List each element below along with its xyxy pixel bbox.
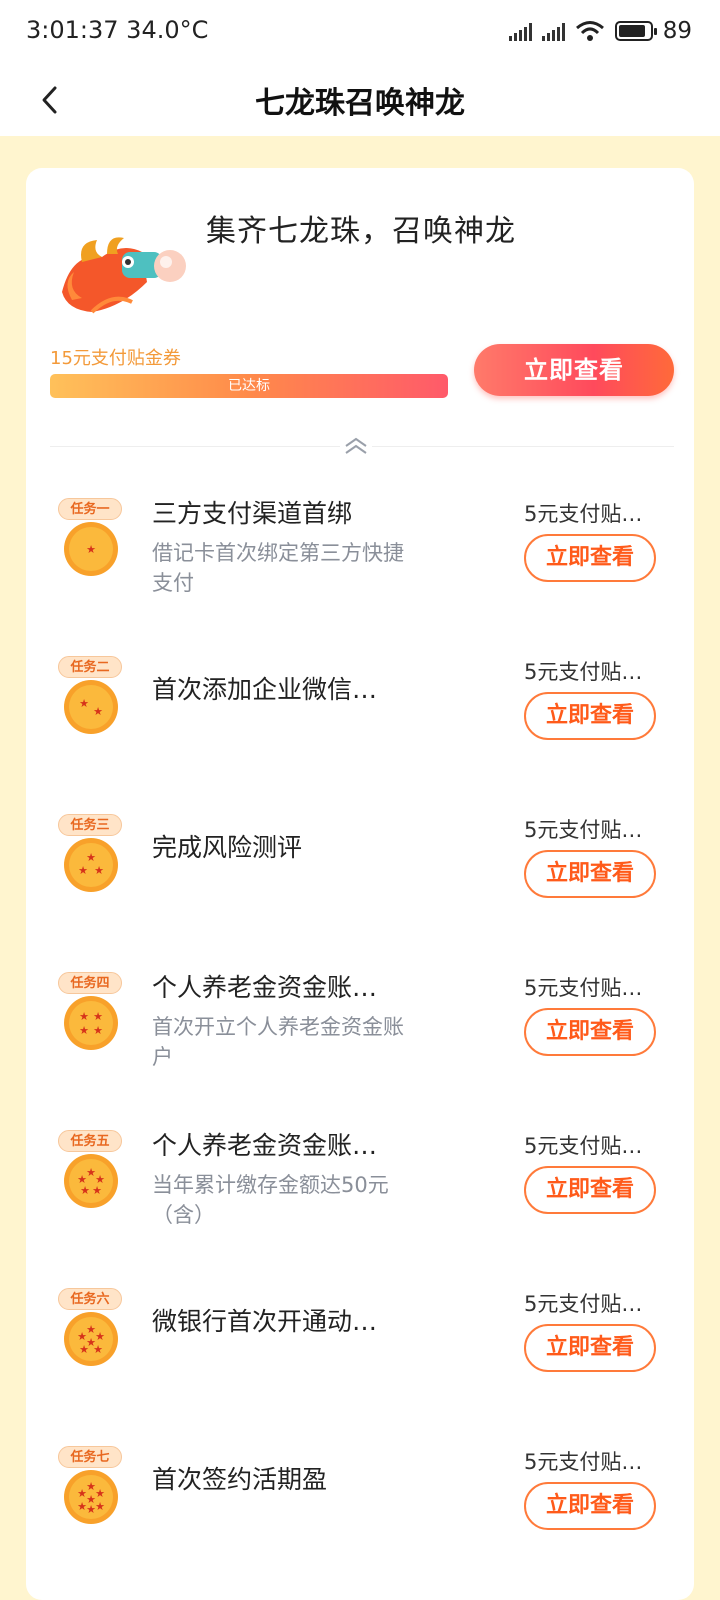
task-row: 任务六 ★ ★ ★ ★ ★ ★ 微银行首次开通动… 5元支付贴… 立即查看 (26, 1288, 694, 1448)
signal-icon (541, 21, 565, 41)
wifi-icon (575, 21, 604, 41)
task-tag: 任务七 (58, 1446, 122, 1468)
nav-bar: 七龙珠召唤神龙 (0, 64, 720, 136)
task-title: 首次添加企业微信… (152, 675, 378, 704)
task-title: 三方支付渠道首绑 (152, 499, 353, 528)
star-icon: ★ (94, 864, 104, 877)
battery-icon (614, 21, 657, 41)
task-row: 任务七 ★ ★ ★ ★ ★ ★ ★ 首次签约活期盈 5元支付贴… 立即查看 (26, 1446, 694, 1600)
task-description: 当年累计缴存金额达50元（含） (152, 1173, 389, 1227)
task-reward: 5元支付贴… (524, 1134, 643, 1158)
dragon-ball-icon: ★ (64, 522, 118, 576)
task-tag: 任务六 (58, 1288, 122, 1310)
task-row: 任务三 ★ ★ ★ 完成风险测评 5元支付贴… 立即查看 (26, 814, 694, 974)
double-chevron-up-icon (345, 437, 367, 454)
star-icon: ★ (86, 851, 96, 864)
task-description: 借记卡首次绑定第三方快捷支付 (152, 541, 404, 595)
status-bar: 3:01:37 34.0°C 89 (0, 0, 720, 64)
task-reward: 5元支付贴… (524, 976, 643, 1000)
star-icon: ★ (93, 1010, 103, 1023)
task-reward: 5元支付贴… (524, 660, 643, 684)
task-reward: 5元支付贴… (524, 502, 643, 526)
star-icon: ★ (95, 1500, 105, 1513)
dragon-ball-icon: ★★ ★ (64, 838, 118, 892)
dragon-ball-icon: ★ ★★ ★ (64, 996, 118, 1050)
task-row: 任务一 ★ 三方支付渠道首绑借记卡首次绑定第三方快捷支付 5元支付贴… 立即查看 (26, 498, 694, 658)
task-view-button[interactable]: 立即查看 (524, 534, 656, 582)
task-reward: 5元支付贴… (524, 818, 643, 842)
task-title: 首次签约活期盈 (152, 1465, 328, 1494)
task-tag: 任务一 (58, 498, 122, 520)
dragon-illustration (62, 237, 186, 314)
star-icon: ★ (79, 1024, 89, 1037)
star-icon: ★ (95, 1330, 105, 1343)
dragon-ball-icon: ★★ ★★★ ★ (64, 1312, 118, 1366)
task-row: 任务四 ★ ★ ★ ★ 个人养老金资金账… 首次开立个人养老金资金账户 5元支付贴… 立即查看 (26, 972, 694, 1132)
star-icon: ★ (79, 1343, 89, 1356)
task-tag: 任务二 (58, 656, 122, 678)
star-icon: ★ (79, 1010, 89, 1023)
status-time: 3:01:37 34.0°C (26, 16, 208, 44)
task-title: 微银行首次开通动… (152, 1307, 378, 1336)
task-title: 个人养老金资金账… (152, 973, 378, 1002)
clock: 3:01:37 (26, 16, 119, 44)
dragon-ball-icon: ★★ (64, 680, 118, 734)
task-view-button[interactable]: 立即查看 (524, 1008, 656, 1056)
dragon-ball-icon: ★★ ★★★ ★★ (64, 1470, 118, 1524)
star-icon: ★ (93, 705, 103, 718)
star-icon: ★ (78, 864, 88, 877)
task-view-button[interactable]: 立即查看 (524, 692, 656, 740)
task-view-button[interactable]: 立即查看 (524, 1324, 656, 1372)
task-view-button[interactable]: 立即查看 (524, 1166, 656, 1214)
task-tag: 任务三 (58, 814, 122, 836)
star-icon: ★ (86, 1503, 96, 1516)
battery-level: 89 (662, 18, 692, 44)
task-description: 首次开立个人养老金资金账户 (152, 1015, 404, 1069)
star-icon: ★ (95, 1487, 105, 1500)
task-reward: 5元支付贴… (524, 1292, 643, 1316)
status-icons: 89 (508, 16, 692, 46)
progress-bar: 已达标 (50, 374, 448, 398)
signal-icon (508, 21, 532, 41)
star-icon: ★ (79, 697, 89, 710)
hero-view-button[interactable]: 立即查看 (474, 344, 674, 396)
task-reward: 5元支付贴… (524, 1450, 643, 1474)
star-icon: ★ (93, 1024, 103, 1037)
progress-label: 15元支付贴金券 (50, 348, 181, 369)
task-view-button[interactable]: 立即查看 (524, 850, 656, 898)
page-title: 七龙珠召唤神龙 (255, 86, 465, 121)
star-icon: ★ (92, 1184, 102, 1197)
task-title: 个人养老金资金账… (152, 1131, 378, 1160)
task-row: 任务五 ★ ★ ★ ★ ★ 个人养老金资金账… 当年累计缴存金额达50元（含） 5元支付贴… 立即… (26, 1130, 694, 1290)
task-title: 完成风险测评 (152, 833, 303, 862)
hero-title: 集齐七龙珠，召唤神龙 (206, 214, 516, 249)
star-icon: ★ (93, 1343, 103, 1356)
task-view-button[interactable]: 立即查看 (524, 1482, 656, 1530)
task-row: 任务二 ★ ★ 首次添加企业微信… 5元支付贴… 立即查看 (26, 656, 694, 816)
task-tag: 任务四 (58, 972, 122, 994)
star-icon: ★ (80, 1184, 90, 1197)
dragon-ball-icon: ★★ ★★ ★ (64, 1154, 118, 1208)
progress-text: 已达标 (228, 378, 270, 394)
task-tag: 任务五 (58, 1130, 122, 1152)
task-card: 集齐七龙珠，召唤神龙 15元支付贴金券 已达标 立即查看 任务一 ★ 三方支付渠道首… (26, 168, 694, 1600)
collapse-button[interactable] (340, 432, 372, 460)
star-icon: ★ (86, 543, 96, 556)
temperature: 34.0°C (126, 16, 209, 44)
